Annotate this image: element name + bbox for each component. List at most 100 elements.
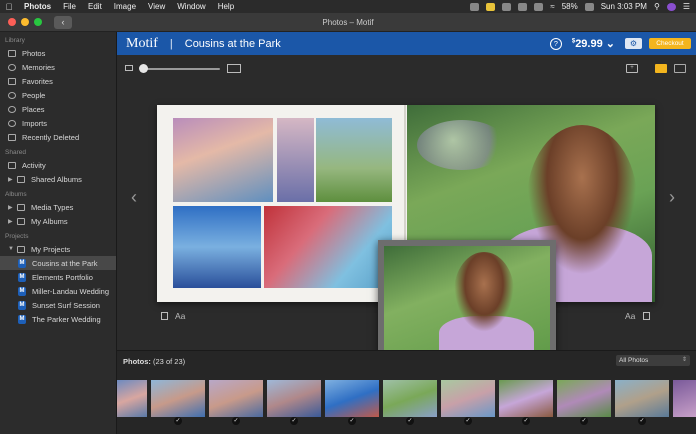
filmstrip-label: Photos: xyxy=(123,357,151,366)
page-photo-slot[interactable] xyxy=(264,206,392,288)
add-page-button[interactable]: + xyxy=(626,64,638,73)
zoom-slider-knob[interactable] xyxy=(139,64,148,73)
sidebar-item-the-parker-wedding[interactable]: M The Parker Wedding xyxy=(0,312,116,326)
photo-thumbnail[interactable]: ✓ xyxy=(441,380,495,425)
zoom-out-icon[interactable] xyxy=(125,65,133,71)
page-photo-slot[interactable] xyxy=(277,118,314,202)
sidebar-item-people[interactable]: People xyxy=(0,88,116,102)
sidebar: Library Photos Memories Favorites People… xyxy=(0,32,117,434)
apple-menu-icon[interactable]:  xyxy=(0,2,18,12)
settings-button[interactable]: ⚙ xyxy=(625,38,642,49)
chevron-down-icon: ⌄ xyxy=(605,38,615,50)
spotlight-icon[interactable]: ⚲ xyxy=(654,2,660,11)
text-style-button[interactable]: Aa xyxy=(175,311,185,321)
sidebar-item-cousins-at-the-park[interactable]: M Cousins at the Park xyxy=(0,256,116,270)
previous-page-arrow-icon[interactable]: ‹ xyxy=(131,187,137,208)
sidebar-item-photos[interactable]: Photos xyxy=(0,46,116,60)
page-photo-slot[interactable] xyxy=(316,118,392,202)
sidebar-item-label: Cousins at the Park xyxy=(32,258,98,268)
minimize-window-button[interactable] xyxy=(21,18,29,26)
sidebar-item-activity[interactable]: Activity xyxy=(0,158,116,172)
sidebar-item-places[interactable]: Places xyxy=(0,102,116,116)
sidebar-item-label: Imports xyxy=(22,118,48,128)
menu-window[interactable]: Window xyxy=(171,2,211,11)
checkmark-icon: ✓ xyxy=(348,417,356,425)
menu-extra-icon[interactable] xyxy=(470,2,480,11)
page-photo-slot[interactable] xyxy=(173,206,261,288)
header-divider: | xyxy=(169,37,173,50)
photo-thumbnail[interactable] xyxy=(673,380,696,417)
wifi-icon[interactable]: ≈ xyxy=(550,2,554,11)
sidebar-item-favorites[interactable]: Favorites xyxy=(0,74,116,88)
sidebar-item-memories[interactable]: Memories xyxy=(0,60,116,74)
close-window-button[interactable] xyxy=(8,18,16,26)
sidebar-item-elements-portfolio[interactable]: M Elements Portfolio xyxy=(0,270,116,284)
siri-icon[interactable] xyxy=(666,2,676,11)
disclosure-triangle-icon[interactable]: ▶ xyxy=(8,204,15,211)
photo-filmstrip: Photos: (23 of 23) All Photos ⇕ ✓ ✓ ✓ ✓ ✓… xyxy=(117,350,696,434)
menu-image[interactable]: Image xyxy=(108,2,142,11)
disclosure-triangle-icon[interactable]: ▶ xyxy=(8,218,15,225)
checkmark-icon: ✓ xyxy=(464,417,472,425)
project-title[interactable]: Cousins at the Park xyxy=(185,38,281,50)
sidebar-item-recently-deleted[interactable]: Recently Deleted xyxy=(0,130,116,144)
battery-percent[interactable]: 58% xyxy=(562,2,578,11)
motif-header: Motif | Cousins at the Park ? $29.99 ⌄ ⚙… xyxy=(117,32,696,55)
menu-edit[interactable]: Edit xyxy=(82,2,108,11)
photo-thumbnail[interactable]: ✓ xyxy=(325,380,379,425)
checkmark-icon: ✓ xyxy=(638,417,646,425)
disclosure-triangle-icon[interactable]: ▶ xyxy=(8,176,15,183)
grid-view-button[interactable] xyxy=(674,64,686,73)
checkout-button[interactable]: Checkout xyxy=(649,38,691,49)
motif-project-icon: M xyxy=(18,272,26,282)
sidebar-item-sunset-surf-session[interactable]: M Sunset Surf Session xyxy=(0,298,116,312)
filter-dropdown[interactable]: All Photos ⇕ xyxy=(616,355,690,366)
price-dropdown[interactable]: $29.99 ⌄ xyxy=(572,37,615,50)
zoom-slider[interactable] xyxy=(141,68,220,70)
battery-icon[interactable] xyxy=(584,2,594,11)
help-button[interactable]: ? xyxy=(549,37,562,50)
bluetooth-icon[interactable] xyxy=(534,2,544,11)
photo-thumbnail[interactable]: ✓ xyxy=(383,380,437,425)
timemachine-icon[interactable] xyxy=(502,2,512,11)
photo-thumbnail[interactable]: ✓ xyxy=(267,380,321,425)
page-layout-icon[interactable] xyxy=(161,312,168,320)
sidebar-item-media-types[interactable]: ▶ Media Types xyxy=(0,200,116,214)
spread-view-button[interactable] xyxy=(655,64,667,73)
drag-preview-photo[interactable] xyxy=(378,240,556,364)
menu-app-photos[interactable]: Photos xyxy=(18,2,57,11)
checkmark-icon: ✓ xyxy=(406,417,414,425)
menu-clock[interactable]: Sun 3:03 PM xyxy=(601,2,647,11)
disclosure-triangle-open-icon[interactable]: ▼ xyxy=(8,246,15,252)
page-photo-slot[interactable] xyxy=(173,118,273,202)
sidebar-item-label: Recently Deleted xyxy=(22,132,80,142)
sidebar-item-my-projects[interactable]: ▼ My Projects xyxy=(0,242,116,256)
sidebar-item-my-albums[interactable]: ▶ My Albums xyxy=(0,214,116,228)
sidebar-item-label: Memories xyxy=(22,62,55,72)
menu-view[interactable]: View xyxy=(142,2,171,11)
menu-help[interactable]: Help xyxy=(212,2,240,11)
notification-center-icon[interactable]: ☰ xyxy=(683,2,690,11)
zoom-in-icon[interactable] xyxy=(227,64,241,73)
zoom-window-button[interactable] xyxy=(34,18,42,26)
photo-thumbnail[interactable]: ✓ xyxy=(151,380,205,425)
notes-extra-icon[interactable] xyxy=(486,2,496,11)
photo-thumbnail[interactable]: ✓ xyxy=(557,380,611,425)
sidebar-item-label: Media Types xyxy=(31,202,74,212)
menu-file[interactable]: File xyxy=(57,2,82,11)
text-style-button[interactable]: Aa xyxy=(625,311,635,321)
sidebar-section-projects: Projects xyxy=(5,233,29,240)
photo-thumbnail[interactable]: ✓ xyxy=(499,380,553,425)
back-button[interactable]: ‹ xyxy=(54,15,72,29)
sidebar-item-miller-landau-wedding[interactable]: M Miller-Landau Wedding xyxy=(0,284,116,298)
photo-thumbnail[interactable] xyxy=(117,380,147,417)
sidebar-item-shared-albums[interactable]: ▶ Shared Albums xyxy=(0,172,116,186)
next-page-arrow-icon[interactable]: › xyxy=(669,187,675,208)
sidebar-item-label: My Projects xyxy=(31,244,71,254)
airplay-icon[interactable] xyxy=(518,2,528,11)
motif-project-icon: M xyxy=(18,314,26,324)
page-layout-icon[interactable] xyxy=(643,312,650,320)
photo-thumbnail[interactable]: ✓ xyxy=(615,380,669,425)
photo-thumbnail[interactable]: ✓ xyxy=(209,380,263,425)
sidebar-item-imports[interactable]: Imports xyxy=(0,116,116,130)
